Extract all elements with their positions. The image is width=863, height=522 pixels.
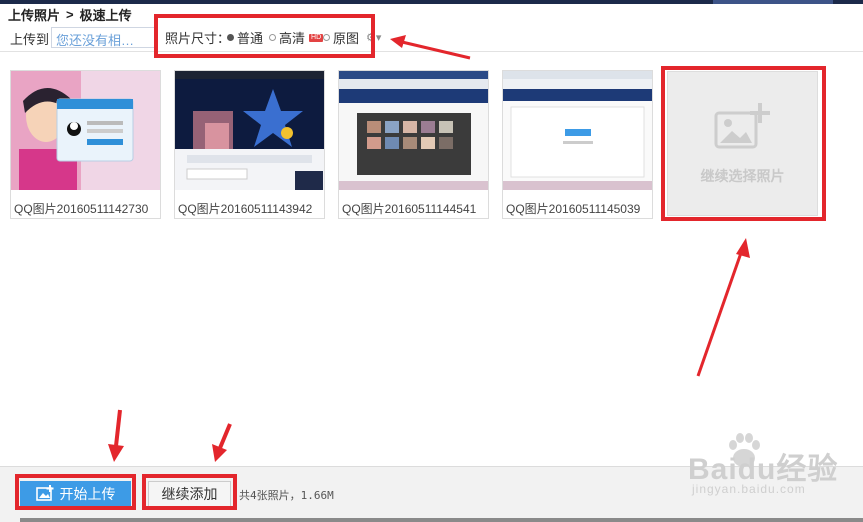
upload-to-label: 上传到 — [10, 32, 50, 47]
hd-badge: HD — [309, 33, 324, 42]
continue-add-button[interactable]: 继续添加 — [148, 481, 231, 507]
settings-gear-icon[interactable]: ⚙▾ — [366, 31, 381, 44]
upload-summary: 共4张照片，1.66M — [239, 489, 334, 502]
photo-caption: QQ图片20160511145039 — [506, 202, 641, 216]
photo-thumbnail — [339, 71, 488, 190]
breadcrumb: 上传照片 > 极速上传 — [8, 5, 132, 24]
size-option-original[interactable]: 原图 — [323, 28, 359, 47]
upload-image-icon — [35, 484, 54, 504]
photo-thumbnail — [11, 71, 160, 190]
size-option-label: 高清 — [279, 31, 306, 46]
photo-card[interactable]: QQ图片20160511143942 — [174, 70, 325, 219]
photo-caption: QQ图片20160511142730 — [14, 202, 149, 216]
bottom-action-bar: 开始上传 继续添加 共4张照片，1.66M — [0, 466, 863, 522]
photo-size-label: 照片尺寸： — [165, 31, 231, 46]
upload-toolbar: 上传到 您还没有相… — [0, 24, 863, 52]
add-image-icon — [714, 101, 772, 154]
photo-card[interactable]: QQ图片20160511142730 — [10, 70, 161, 219]
add-more-label: 继续选择照片 — [700, 168, 785, 184]
photo-card[interactable]: QQ图片20160511145039 — [502, 70, 653, 219]
radio-icon[interactable] — [269, 34, 276, 41]
breadcrumb-root[interactable]: 上传照片 — [8, 5, 60, 24]
photo-size-options: 照片尺寸： 普通 高清 HD 原图 — [160, 14, 375, 58]
breadcrumb-current: 极速上传 — [79, 7, 132, 23]
photo-caption: QQ图片20160511144541 — [342, 202, 477, 216]
album-select[interactable]: 您还没有相… — [51, 27, 155, 48]
start-upload-button[interactable]: 开始上传 — [20, 481, 131, 507]
scrollbar-track[interactable] — [20, 518, 863, 522]
photo-card[interactable]: QQ图片20160511144541 — [338, 70, 489, 219]
size-option-hd[interactable]: 高清 HD — [269, 28, 324, 47]
radio-selected-icon[interactable] — [227, 34, 234, 41]
start-upload-label: 开始上传 — [59, 486, 116, 502]
photo-caption: QQ图片20160511143942 — [178, 202, 313, 216]
window-top-strip — [0, 0, 863, 4]
photo-thumbnail — [503, 71, 652, 190]
paw-icon — [729, 433, 760, 467]
size-option-label: 普通 — [237, 31, 264, 46]
photo-thumbnail — [175, 71, 324, 190]
size-option-normal[interactable]: 普通 — [227, 28, 263, 47]
radio-icon[interactable] — [323, 34, 330, 41]
size-option-label: 原图 — [333, 31, 360, 46]
add-more-photos-tile[interactable]: 继续选择照片 — [667, 71, 818, 216]
breadcrumb-separator: > — [66, 6, 74, 22]
